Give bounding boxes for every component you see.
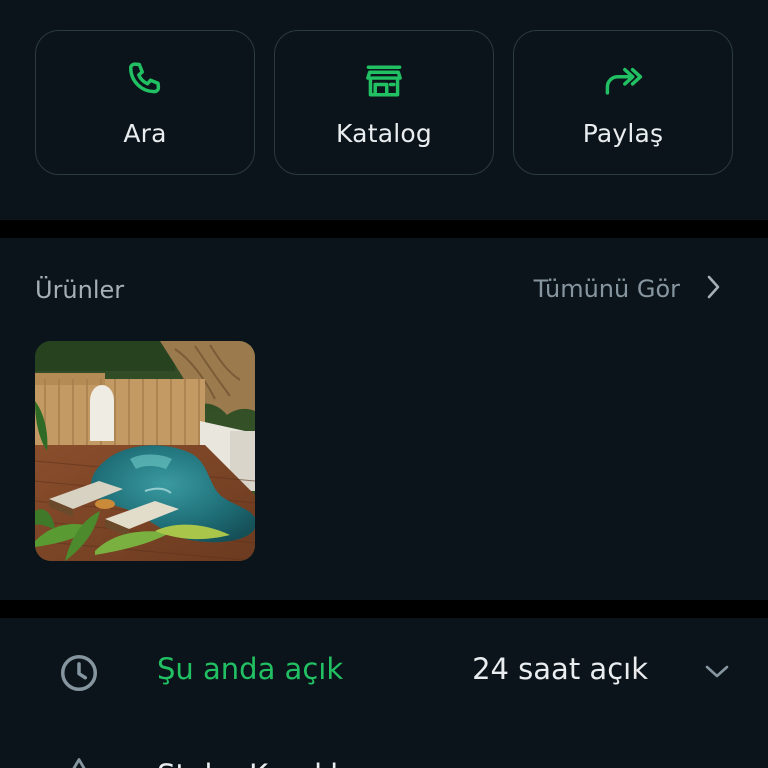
share-button-label: Paylaş [582, 119, 664, 148]
pool-terrace-photo [35, 341, 255, 561]
forward-share-icon [601, 59, 645, 103]
clock-icon [58, 652, 100, 694]
share-button[interactable]: Paylaş [513, 30, 733, 175]
location-text: Stok · Kandıl [157, 758, 338, 768]
storefront-icon [362, 59, 406, 103]
products-section: Ürünler Tümünü Gör [0, 238, 768, 600]
see-all-link[interactable]: Tümünü Gör [534, 274, 722, 304]
hours-row[interactable]: Şu anda açık 24 saat açık [0, 640, 768, 702]
phone-icon [123, 59, 167, 103]
chevron-right-icon [706, 274, 722, 304]
hours-schedule: 24 saat açık [472, 652, 648, 686]
location-row[interactable]: Stok · Kandıl [0, 746, 768, 768]
catalog-button[interactable]: Katalog [274, 30, 494, 175]
see-all-label: Tümünü Gör [533, 275, 680, 303]
product-card[interactable] [35, 341, 255, 561]
call-button-label: Ara [123, 119, 167, 148]
catalog-button-label: Katalog [336, 119, 432, 148]
business-profile-screen: Ara Katalog Paylaş Ürünler Tümünü Gör Şu… [0, 0, 768, 768]
chevron-down-icon[interactable] [702, 660, 732, 684]
open-status: Şu anda açık [157, 652, 344, 686]
location-icon [62, 756, 96, 768]
hours-section: Şu anda açık 24 saat açık Stok · Kandıl [0, 618, 768, 768]
action-row: Ara Katalog Paylaş [0, 0, 768, 220]
call-button[interactable]: Ara [35, 30, 255, 175]
products-title: Ürünler [35, 276, 125, 304]
